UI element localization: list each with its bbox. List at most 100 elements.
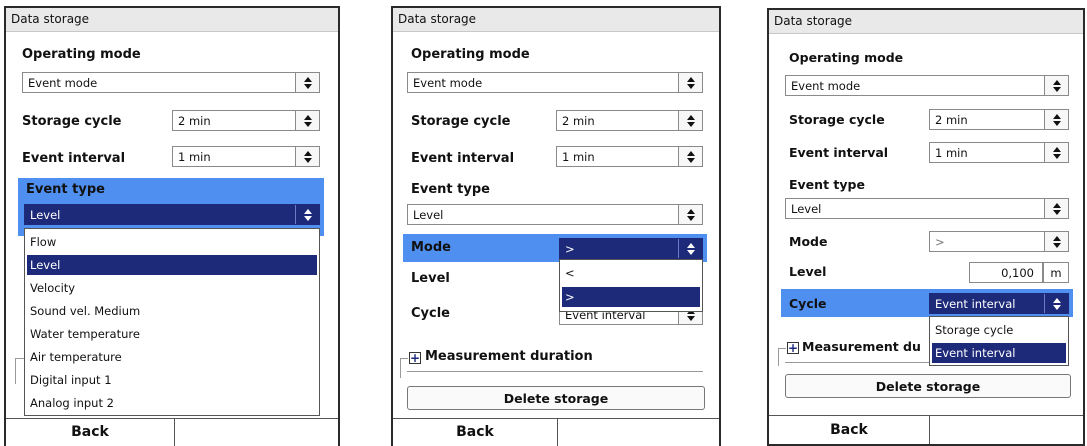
back-button[interactable]: Back bbox=[393, 419, 557, 446]
level-unit-box: m bbox=[1043, 262, 1069, 283]
event-type-select[interactable]: Level bbox=[785, 198, 1069, 219]
event-interval-select[interactable]: 1 min bbox=[556, 146, 703, 167]
measurement-duration-label[interactable]: Measurement du bbox=[802, 339, 921, 354]
event-interval-label: Event interval bbox=[789, 145, 889, 160]
softkey-right[interactable] bbox=[930, 416, 1083, 444]
event-type-option[interactable]: Air temperature bbox=[27, 347, 317, 367]
bottom-bar: Back bbox=[393, 418, 719, 446]
mode-option[interactable]: < bbox=[562, 263, 700, 283]
panel-2: Data storage Operating mode Event mode S… bbox=[391, 6, 721, 446]
event-type-value: Level bbox=[791, 202, 822, 216]
up-down-arrows-icon bbox=[295, 205, 319, 224]
event-type-label: Event type bbox=[789, 177, 865, 192]
bottom-bar: Back bbox=[6, 418, 338, 446]
mode-label: Mode bbox=[789, 234, 828, 249]
plus-icon[interactable]: + bbox=[409, 352, 421, 364]
operating-mode-value: Event mode bbox=[413, 76, 483, 90]
level-unit: m bbox=[1050, 266, 1062, 280]
storage-cycle-value: 2 min bbox=[178, 114, 211, 128]
up-down-arrows-icon bbox=[1044, 294, 1068, 313]
delete-storage-button[interactable]: Delete storage bbox=[407, 386, 705, 410]
window-title: Data storage bbox=[6, 8, 338, 32]
delete-storage-button[interactable]: Delete storage bbox=[785, 374, 1071, 398]
event-type-select[interactable]: Level bbox=[24, 204, 320, 225]
cycle-value: Event interval bbox=[935, 297, 1016, 311]
cycle-option[interactable]: Storage cycle bbox=[932, 320, 1066, 340]
cycle-label: Cycle bbox=[411, 306, 450, 321]
event-type-label: Event type bbox=[26, 182, 105, 197]
event-type-label: Event type bbox=[411, 182, 490, 197]
level-input[interactable]: 0,100 bbox=[969, 262, 1043, 283]
operating-mode-select[interactable]: Event mode bbox=[785, 75, 1069, 96]
event-type-option[interactable]: Velocity bbox=[27, 278, 317, 298]
cycle-dropdown[interactable]: Storage cycle Event interval bbox=[929, 316, 1069, 366]
event-interval-value: 1 min bbox=[562, 150, 595, 164]
group-frame-line bbox=[778, 348, 779, 366]
operating-mode-value: Event mode bbox=[28, 76, 98, 90]
storage-cycle-select[interactable]: 2 min bbox=[172, 110, 320, 131]
mode-select[interactable]: > bbox=[559, 238, 703, 259]
event-type-select[interactable]: Level bbox=[407, 204, 703, 225]
event-type-option-selected[interactable]: Level bbox=[27, 255, 317, 275]
up-down-arrows-icon bbox=[678, 239, 702, 258]
event-type-option[interactable]: Flow bbox=[27, 232, 317, 252]
up-down-arrows-icon bbox=[678, 205, 702, 224]
up-down-arrows-icon bbox=[678, 111, 702, 130]
up-down-arrows-icon bbox=[295, 111, 319, 130]
group-frame-line bbox=[778, 348, 786, 349]
level-label: Level bbox=[789, 264, 827, 279]
event-type-option[interactable]: Water temperature bbox=[27, 324, 317, 344]
event-type-option[interactable]: Sound vel. Medium bbox=[27, 301, 317, 321]
panel-3: Data storage Operating mode Event mode S… bbox=[767, 8, 1085, 446]
cycle-option-selected[interactable]: Event interval bbox=[932, 343, 1066, 363]
operating-mode-select[interactable]: Event mode bbox=[22, 72, 320, 93]
mode-select[interactable]: > bbox=[929, 231, 1069, 252]
softkey-right[interactable] bbox=[175, 419, 338, 446]
event-type-dropdown[interactable]: Flow Level Velocity Sound vel. Medium Wa… bbox=[24, 228, 320, 416]
cycle-select[interactable]: Event interval bbox=[929, 293, 1069, 314]
back-button[interactable]: Back bbox=[769, 416, 929, 444]
up-down-arrows-icon bbox=[678, 147, 702, 166]
level-value: 0,100 bbox=[1001, 266, 1034, 280]
window-title: Data storage bbox=[393, 8, 719, 32]
up-down-arrows-icon bbox=[1044, 232, 1068, 251]
event-interval-label: Event interval bbox=[22, 151, 126, 166]
operating-mode-label: Operating mode bbox=[22, 47, 141, 62]
level-label: Level bbox=[411, 271, 450, 286]
event-interval-select[interactable]: 1 min bbox=[929, 142, 1069, 163]
mode-value: > bbox=[565, 242, 575, 256]
event-type-option[interactable]: Analog input 2 bbox=[27, 393, 317, 413]
up-down-arrows-icon bbox=[1044, 199, 1068, 218]
operating-mode-label: Operating mode bbox=[411, 47, 530, 62]
softkey-right[interactable] bbox=[558, 419, 719, 446]
operating-mode-label: Operating mode bbox=[789, 50, 904, 65]
group-frame-line bbox=[400, 358, 408, 359]
group-frame-line bbox=[407, 371, 703, 372]
cycle-label: Cycle bbox=[789, 296, 827, 311]
mode-value: > bbox=[935, 235, 945, 249]
event-type-value: Level bbox=[413, 208, 444, 222]
group-frame-line bbox=[400, 358, 401, 378]
mode-dropdown[interactable]: < > bbox=[559, 259, 703, 312]
group-frame-line bbox=[785, 362, 929, 363]
storage-cycle-label: Storage cycle bbox=[22, 114, 122, 129]
event-interval-value: 1 min bbox=[178, 150, 211, 164]
plus-icon[interactable]: + bbox=[787, 342, 799, 354]
up-down-arrows-icon bbox=[1044, 110, 1068, 129]
operating-mode-value: Event mode bbox=[791, 79, 861, 93]
measurement-duration-label[interactable]: Measurement duration bbox=[425, 349, 593, 364]
back-button[interactable]: Back bbox=[6, 419, 174, 446]
up-down-arrows-icon bbox=[295, 73, 319, 92]
panel-1: Data storage Operating mode Event mode S… bbox=[4, 6, 340, 446]
storage-cycle-select[interactable]: 2 min bbox=[556, 110, 703, 131]
event-interval-select[interactable]: 1 min bbox=[172, 146, 320, 167]
window-title: Data storage bbox=[769, 10, 1083, 34]
mode-option-selected[interactable]: > bbox=[562, 287, 700, 307]
event-interval-label: Event interval bbox=[411, 151, 515, 166]
list-connector bbox=[15, 358, 16, 384]
storage-cycle-select[interactable]: 2 min bbox=[929, 109, 1069, 130]
operating-mode-select[interactable]: Event mode bbox=[407, 72, 703, 93]
event-type-value: Level bbox=[30, 208, 61, 222]
event-type-option[interactable]: Digital input 1 bbox=[27, 370, 317, 390]
mode-label: Mode bbox=[411, 240, 451, 255]
